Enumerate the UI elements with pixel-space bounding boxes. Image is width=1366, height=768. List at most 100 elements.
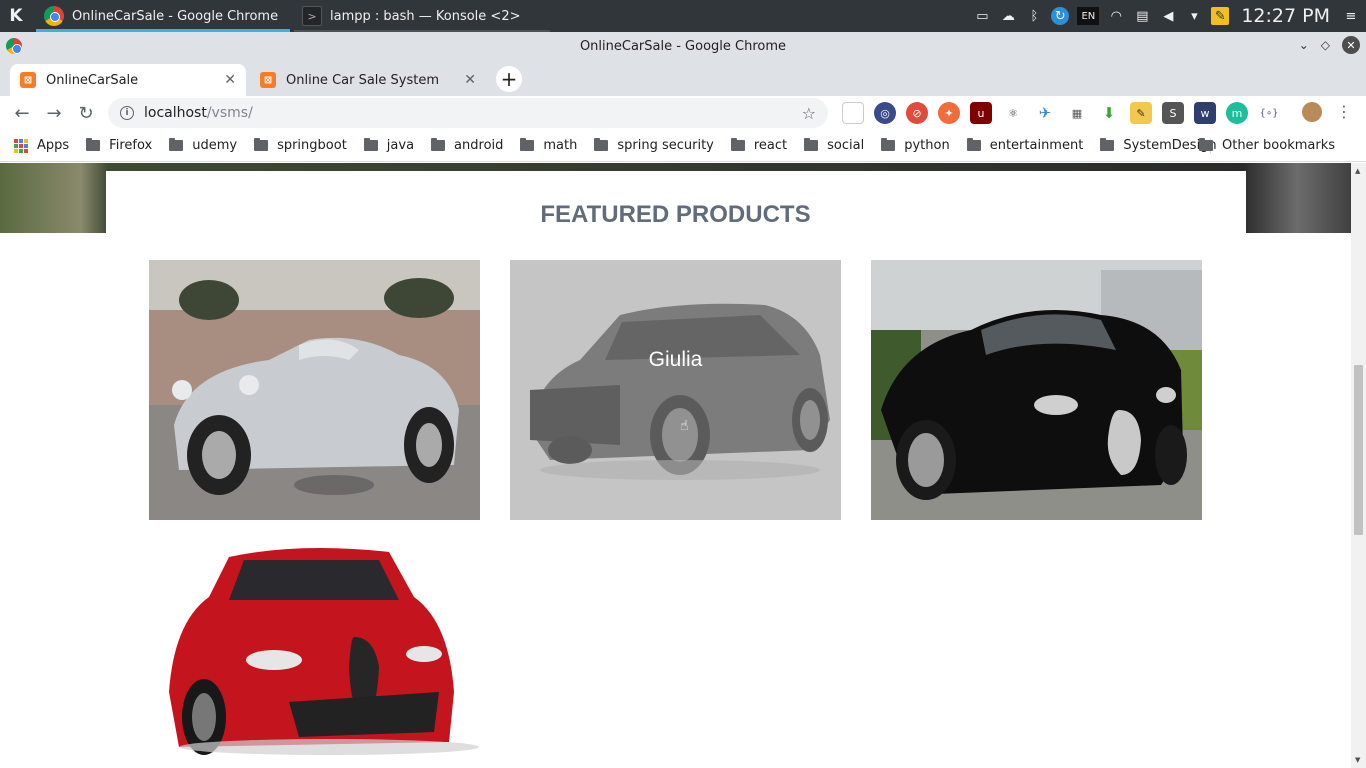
window-titlebar: OnlineCarSale - Google Chrome ⌄ ◇ ✕ bbox=[0, 32, 1366, 60]
bookmark-folder[interactable]: react bbox=[730, 138, 788, 153]
chrome-window-icon bbox=[6, 38, 22, 54]
update-icon[interactable]: ↻ bbox=[1051, 7, 1070, 25]
product-image bbox=[149, 542, 480, 768]
product-image bbox=[871, 260, 1202, 520]
kde-launcher-icon[interactable]: K bbox=[0, 0, 32, 32]
bookmark-folder[interactable]: Firefox bbox=[86, 138, 152, 153]
bookmark-folder[interactable]: java bbox=[363, 138, 414, 153]
volume-icon[interactable]: ◀ bbox=[1159, 7, 1177, 25]
bookmark-label: udemy bbox=[192, 138, 238, 153]
hover-overlay bbox=[510, 260, 841, 520]
back-icon[interactable]: ← bbox=[6, 97, 38, 129]
reload-icon[interactable]: ↻ bbox=[70, 97, 102, 129]
panel-menu-icon[interactable]: ≡ bbox=[1342, 7, 1360, 25]
notes-extension-icon[interactable]: ✎ bbox=[1130, 102, 1152, 124]
folder-icon bbox=[881, 138, 896, 151]
folder-icon bbox=[1198, 138, 1213, 151]
bookmark-folder[interactable]: entertainment bbox=[966, 138, 1083, 153]
s-extension-icon[interactable]: S bbox=[1162, 102, 1184, 124]
bookmarks-bar: Apps Firefox udemy springboot java andro… bbox=[0, 130, 1366, 162]
folder-icon bbox=[86, 138, 101, 151]
keyboard-layout-indicator[interactable]: EN bbox=[1077, 7, 1100, 25]
bookmark-label: springboot bbox=[277, 138, 347, 153]
folder-icon bbox=[966, 138, 981, 151]
folder-icon bbox=[520, 138, 535, 151]
react-devtools-icon[interactable]: ⚛ bbox=[1002, 102, 1024, 124]
scroll-thumb[interactable] bbox=[1354, 365, 1363, 535]
close-window-icon[interactable]: ✕ bbox=[1342, 36, 1360, 54]
clock[interactable]: 12:27 PM bbox=[1241, 5, 1330, 27]
battery-icon[interactable]: ▭ bbox=[973, 7, 991, 25]
tab-online-car-sale-system[interactable]: ⊠ Online Car Sale System ✕ bbox=[250, 64, 486, 96]
blocker-extension-icon[interactable]: ⊘ bbox=[906, 102, 928, 124]
window-controls: ⌄ ◇ ✕ bbox=[1299, 36, 1360, 54]
url-host: localhost bbox=[144, 105, 207, 121]
page-scrollbar[interactable]: ▲ ▼ bbox=[1351, 163, 1366, 768]
postman-extension-icon[interactable]: ✦ bbox=[938, 102, 960, 124]
json-extension-icon[interactable]: {∘} bbox=[1258, 102, 1280, 124]
task-konsole-label: lampp : bash — Konsole <2> bbox=[330, 8, 521, 24]
download-extension-icon[interactable]: ⬇ bbox=[1098, 102, 1120, 124]
scroll-down-icon[interactable]: ▼ bbox=[1355, 756, 1360, 764]
bookmark-label: react bbox=[753, 138, 788, 153]
site-info-icon[interactable]: i bbox=[120, 106, 134, 120]
new-tab-button[interactable]: + bbox=[496, 66, 522, 92]
page-viewport: FEATURED PRODUCTS Giulia ☝ bbox=[0, 163, 1351, 768]
product-card[interactable] bbox=[871, 260, 1202, 520]
bookmark-folder[interactable]: springboot bbox=[254, 138, 347, 153]
extensions-row: ◎ ⊘ ✦ u ⚛ ✈ ▦ ⬇ ✎ S w m {∘} bbox=[842, 102, 1280, 124]
bookmark-folder[interactable]: udemy bbox=[169, 138, 237, 153]
product-card[interactable] bbox=[149, 542, 480, 768]
bookmark-folder[interactable]: spring security bbox=[594, 138, 714, 153]
bookmark-apps[interactable]: Apps bbox=[14, 138, 69, 153]
address-bar[interactable]: i localhost/vsms/ ☆ bbox=[108, 98, 828, 128]
other-bookmarks[interactable]: Other bookmarks bbox=[1198, 138, 1335, 153]
maximize-icon[interactable]: ◇ bbox=[1321, 38, 1330, 52]
tab-onlinecarsale[interactable]: ⊠ OnlineCarSale ✕ bbox=[10, 64, 246, 96]
folder-icon bbox=[363, 138, 378, 151]
ublock-extension-icon[interactable]: u bbox=[970, 102, 992, 124]
product-card[interactable]: Giulia ☝ bbox=[510, 260, 841, 520]
task-konsole[interactable]: > lampp : bash — Konsole <2> bbox=[294, 0, 550, 32]
cloud-icon[interactable]: ☁ bbox=[999, 7, 1017, 25]
w-extension-icon[interactable]: w bbox=[1194, 102, 1216, 124]
tab-label: OnlineCarSale bbox=[46, 72, 139, 88]
chrome-icon bbox=[44, 6, 64, 26]
compass-extension-icon[interactable]: ◎ bbox=[874, 102, 896, 124]
wifi-icon[interactable]: ◠ bbox=[1107, 7, 1125, 25]
minimize-icon[interactable]: ⌄ bbox=[1299, 38, 1309, 52]
expand-tray-icon[interactable]: ▾ bbox=[1185, 7, 1203, 25]
bookmark-label: math bbox=[543, 138, 578, 153]
bookmark-folder[interactable]: android bbox=[431, 138, 503, 153]
product-image bbox=[149, 260, 480, 520]
m-extension-icon[interactable]: m bbox=[1226, 102, 1248, 124]
notes-icon[interactable]: ✎ bbox=[1211, 7, 1230, 25]
bookmark-star-icon[interactable]: ☆ bbox=[802, 104, 816, 123]
folder-icon bbox=[431, 138, 446, 151]
bluetooth-icon[interactable]: ᛒ bbox=[1025, 7, 1043, 25]
scroll-up-icon[interactable]: ▲ bbox=[1355, 167, 1360, 175]
task-chrome[interactable]: OnlineCarSale - Google Chrome bbox=[36, 0, 290, 32]
extension-placeholder-icon[interactable] bbox=[842, 102, 864, 124]
folder-icon bbox=[804, 138, 819, 151]
close-tab-icon[interactable]: ✕ bbox=[224, 72, 236, 88]
bookmark-label: Firefox bbox=[109, 138, 153, 153]
printer-extension-icon[interactable]: ▦ bbox=[1066, 102, 1088, 124]
folder-icon bbox=[730, 138, 745, 151]
folder-icon bbox=[1100, 138, 1115, 151]
product-hover-label: Giulia bbox=[648, 348, 703, 371]
url-path: /vsms/ bbox=[206, 105, 253, 121]
bookmark-label: spring security bbox=[617, 138, 714, 153]
clipboard-icon[interactable]: ▤ bbox=[1133, 7, 1151, 25]
bookmark-folder[interactable]: python bbox=[881, 138, 950, 153]
folder-icon bbox=[254, 138, 269, 151]
plane-extension-icon[interactable]: ✈ bbox=[1034, 102, 1056, 124]
xampp-favicon-icon: ⊠ bbox=[260, 72, 276, 88]
product-card[interactable] bbox=[149, 260, 480, 520]
bookmark-folder[interactable]: social bbox=[804, 138, 864, 153]
chrome-menu-icon[interactable]: ⋮ bbox=[1336, 102, 1352, 121]
profile-avatar[interactable] bbox=[1302, 102, 1322, 122]
bookmark-folder[interactable]: math bbox=[520, 138, 577, 153]
close-tab-icon[interactable]: ✕ bbox=[464, 72, 476, 88]
forward-icon[interactable]: → bbox=[38, 97, 70, 129]
